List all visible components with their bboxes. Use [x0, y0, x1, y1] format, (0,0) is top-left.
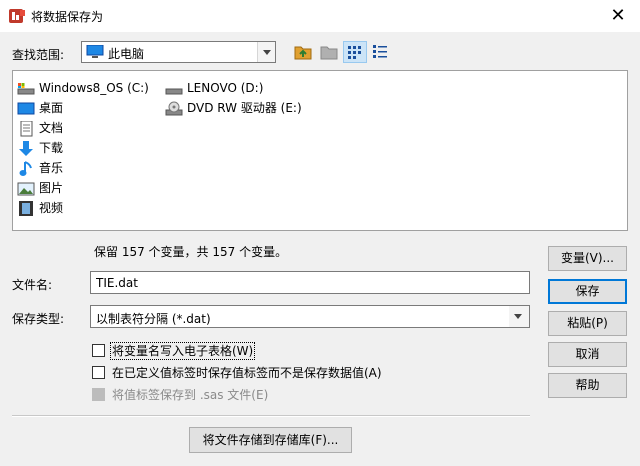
- documents-icon: [20, 121, 33, 137]
- write-varnames-label[interactable]: 将变量名写入电子表格(W): [110, 342, 256, 360]
- save-value-labels-label[interactable]: 在已定义值标签时保存值标签而不是保存数据值(A): [112, 365, 382, 381]
- chevron-down-icon[interactable]: [257, 42, 275, 62]
- file-list[interactable]: Windows8_OS (C:) 桌面 文档 下载 音乐 图片 视频 LENOV…: [12, 70, 628, 231]
- filetype-label: 保存类型:: [12, 312, 65, 326]
- desktop-folder-icon: [17, 102, 35, 115]
- variable-summary: 保留 157 个变量，共 157 个变量。: [94, 245, 288, 259]
- details-view-button[interactable]: [369, 41, 393, 63]
- list-item-label: 视频: [39, 201, 64, 215]
- paste-button[interactable]: 粘贴(P): [548, 311, 627, 336]
- store-repository-button[interactable]: 将文件存储到存储库(F)...: [189, 427, 352, 453]
- drive-c-icon: [17, 83, 35, 95]
- save-value-labels-checkbox[interactable]: [92, 366, 105, 379]
- close-button[interactable]: ✕: [596, 0, 640, 32]
- list-item-label: 音乐: [39, 161, 64, 175]
- save-sas-checkbox: [92, 388, 105, 401]
- filename-input[interactable]: [90, 271, 530, 294]
- save-sas-label: 将值标签保存到 .sas 文件(E): [112, 388, 269, 402]
- cancel-button[interactable]: 取消: [548, 342, 627, 367]
- list-item-label: DVD RW 驱动器 (E:): [187, 101, 302, 115]
- list-item-label: 文档: [39, 121, 64, 135]
- list-item-label: LENOVO (D:): [187, 81, 264, 95]
- chevron-down-icon[interactable]: [509, 306, 529, 327]
- up-folder-icon: [294, 46, 312, 60]
- variables-button[interactable]: 变量(V)...: [548, 246, 627, 271]
- save-button[interactable]: 保存: [548, 279, 627, 304]
- spss-app-icon: [9, 9, 25, 23]
- list-item-label: 图片: [39, 181, 64, 195]
- up-folder-button[interactable]: [291, 41, 315, 63]
- download-icon: [19, 141, 33, 156]
- videos-icon: [19, 201, 33, 216]
- list-view-icon: [348, 46, 361, 59]
- write-varnames-checkbox[interactable]: [92, 344, 105, 357]
- filetype-dropdown[interactable]: 以制表符分隔 (*.dat): [90, 305, 530, 328]
- list-view-button[interactable]: [343, 41, 367, 63]
- lookin-label: 查找范围:: [12, 48, 65, 62]
- lookin-dropdown[interactable]: 此电脑: [81, 41, 276, 63]
- new-folder-icon: [320, 46, 338, 60]
- filetype-value: 以制表符分隔 (*.dat): [96, 312, 211, 326]
- drive-d-icon: [165, 88, 183, 95]
- new-folder-button[interactable]: [317, 41, 341, 63]
- window-title: 将数据保存为: [31, 10, 104, 24]
- divider: [12, 415, 530, 417]
- lookin-value: 此电脑: [108, 47, 145, 61]
- pictures-icon: [17, 182, 35, 196]
- computer-icon: [86, 45, 104, 58]
- details-view-icon: [373, 45, 387, 58]
- help-button[interactable]: 帮助: [548, 373, 627, 398]
- list-item-label: 桌面: [39, 101, 64, 115]
- dvd-drive-icon: [165, 101, 183, 116]
- list-item-label: Windows8_OS (C:): [39, 81, 149, 95]
- filename-label: 文件名:: [12, 278, 53, 292]
- list-item-label: 下载: [39, 141, 64, 155]
- title-bar: 将数据保存为 ✕: [0, 0, 640, 32]
- music-icon: [19, 161, 32, 176]
